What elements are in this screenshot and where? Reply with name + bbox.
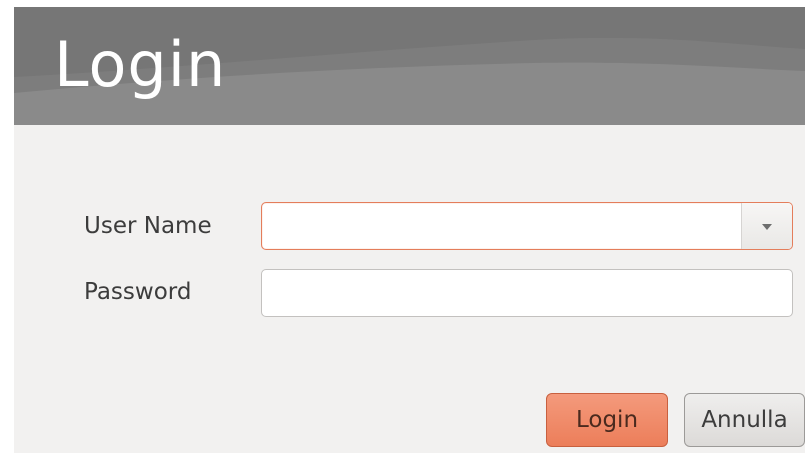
username-combobox[interactable] <box>261 202 793 250</box>
login-button[interactable]: Login <box>546 393 668 447</box>
chevron-down-icon <box>762 224 772 230</box>
login-dialog: Login User Name Password Login Annulla <box>14 7 805 453</box>
username-dropdown-button[interactable] <box>741 203 792 249</box>
username-input[interactable] <box>262 203 740 249</box>
cancel-button[interactable]: Annulla <box>684 393 805 447</box>
header-banner: Login <box>14 7 805 125</box>
username-label: User Name <box>84 213 212 239</box>
password-label: Password <box>84 279 192 305</box>
password-input[interactable] <box>261 269 793 317</box>
page-title: Login <box>54 28 227 101</box>
